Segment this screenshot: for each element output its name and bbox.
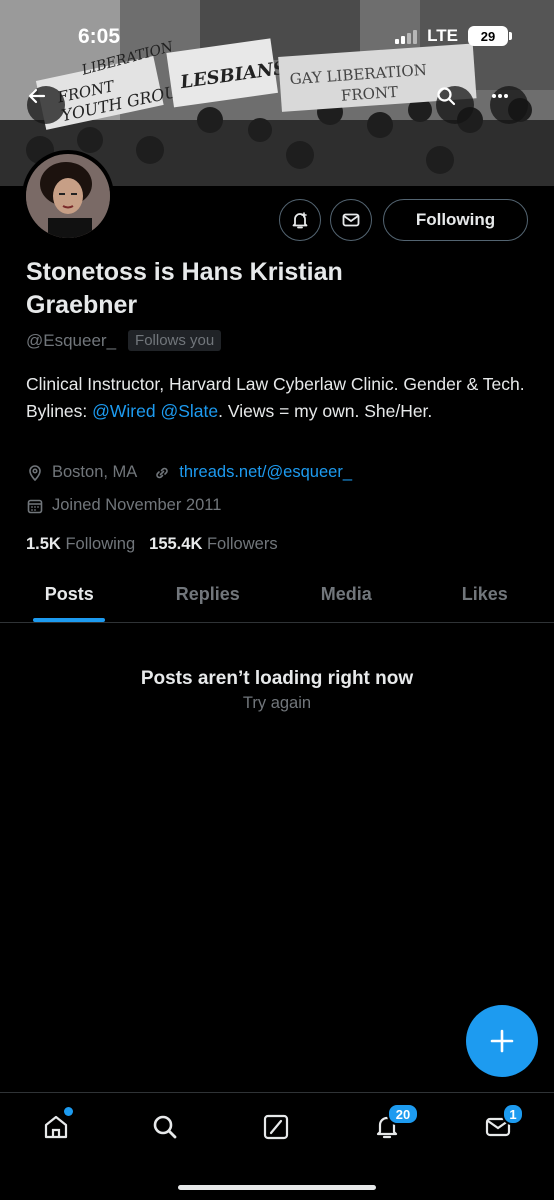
location-pin-icon (29, 464, 41, 481)
joined-date: Joined November 2011 (52, 496, 222, 514)
calendar-icon (27, 499, 43, 513)
message-button[interactable] (330, 199, 372, 241)
nav-messages[interactable]: 1 (478, 1103, 524, 1145)
compose-fab[interactable] (466, 1005, 538, 1077)
avatar-photo (26, 154, 110, 238)
messages-badge: 1 (502, 1103, 524, 1125)
followers-stat[interactable]: 155.4K Followers (149, 535, 277, 554)
tab-replies[interactable]: Replies (139, 566, 278, 622)
meta-row-2: Joined November 2011 (26, 496, 221, 515)
following-button[interactable]: Following (383, 199, 528, 241)
plus-icon (490, 1029, 514, 1053)
nav-home[interactable] (36, 1107, 76, 1145)
more-button[interactable] (490, 86, 528, 124)
more-icon (492, 94, 508, 98)
following-label: Following (65, 535, 136, 553)
website-link[interactable]: threads.net/@esqueer_ (179, 463, 352, 482)
home-unread-dot (64, 1107, 73, 1116)
bio-text-2: . Views = my own. She/Her. (218, 401, 433, 421)
search-icon (437, 87, 456, 106)
following-count: 1.5K (26, 535, 61, 553)
back-arrow-icon (28, 88, 46, 104)
tab-likes[interactable]: Likes (416, 566, 554, 622)
follow-stats: 1.5K Following 155.4K Followers (26, 535, 278, 554)
profile-tabs: Posts Replies Media Likes (0, 566, 554, 623)
network-label: LTE (427, 26, 458, 45)
empty-state-title: Posts aren’t loading right now (140, 668, 414, 689)
battery-level: 29 (480, 28, 496, 44)
status-indicators: LTE 29 (395, 26, 512, 46)
nav-notifications[interactable]: 20 (367, 1103, 419, 1145)
bio: Clinical Instructor, Harvard Law Cyberla… (26, 371, 526, 425)
back-button[interactable] (27, 86, 65, 124)
search-icon (153, 1115, 177, 1139)
status-bar: 6:05 LTE 29 (0, 0, 554, 76)
link-icon (156, 467, 169, 478)
meta-row-1: Boston, MA threads.net/@esqueer_ (26, 463, 352, 482)
follows-you-badge: Follows you (128, 330, 222, 351)
status-time: 6:05 (78, 25, 121, 48)
followers-label: Followers (206, 535, 278, 553)
home-icon (44, 1115, 68, 1139)
bottom-nav: 20 1 (0, 1092, 554, 1200)
compose-square-icon (263, 1114, 289, 1140)
following-stat[interactable]: 1.5K Following (26, 535, 135, 554)
bio-link-wired[interactable]: @Wired (92, 401, 155, 421)
notify-button[interactable] (279, 199, 321, 241)
bell-plus-icon (292, 212, 308, 229)
home-indicator (178, 1185, 376, 1190)
tab-posts[interactable]: Posts (0, 566, 139, 622)
search-button[interactable] (436, 86, 474, 124)
avatar[interactable] (22, 150, 114, 242)
followers-count: 155.4K (149, 535, 203, 553)
handle-row: @Esqueer_ Follows you (26, 330, 222, 351)
battery-icon: 29 (468, 26, 512, 46)
notifications-badge: 20 (387, 1103, 419, 1125)
tab-media[interactable]: Media (277, 566, 416, 622)
try-again-link[interactable]: Try again (0, 694, 554, 713)
nav-grok[interactable] (256, 1109, 296, 1145)
display-name: Stonetoss is Hans Kristian Graebner (26, 258, 343, 319)
mail-icon (342, 213, 360, 227)
nav-search[interactable] (145, 1109, 185, 1145)
location: Boston, MA (52, 463, 138, 481)
bio-link-slate[interactable]: @Slate (160, 401, 218, 421)
signal-icon (395, 28, 418, 44)
handle: @Esqueer_ (26, 330, 117, 350)
